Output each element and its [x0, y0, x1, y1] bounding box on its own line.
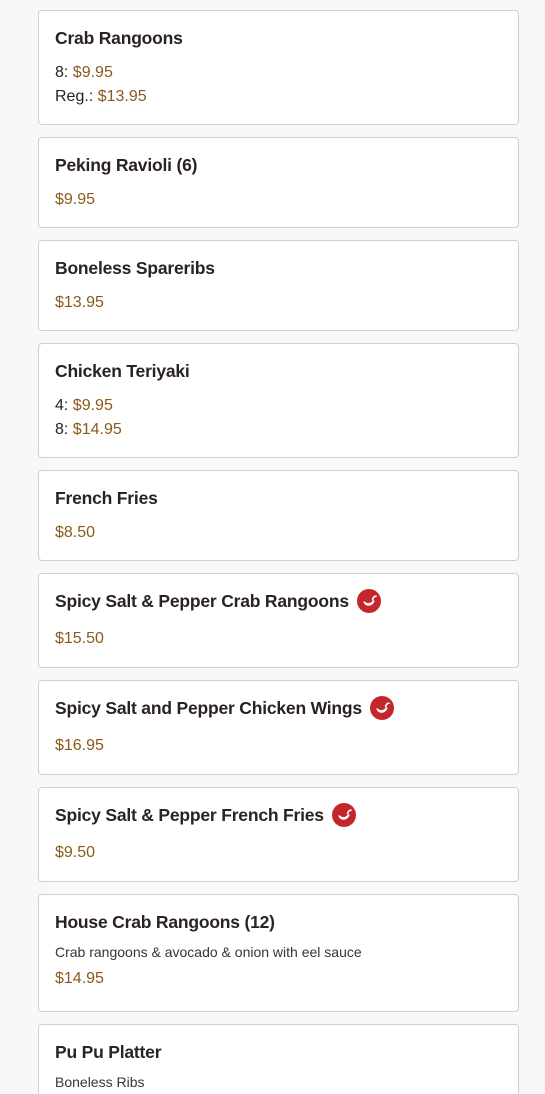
price-list: $13.95: [55, 291, 502, 315]
menu-item-name: Spicy Salt and Pepper Chicken Wings: [55, 697, 362, 718]
price-option: $13.95: [55, 291, 502, 315]
price-label: 4:: [55, 397, 69, 414]
menu-item-card[interactable]: Boneless Spareribs $13.95: [38, 240, 519, 331]
menu-item-card[interactable]: House Crab Rangoons (12) Crab rangoons &…: [38, 894, 519, 1012]
price-option: $15.50: [55, 627, 502, 651]
chili-pepper-icon: [369, 696, 394, 720]
price-list: $14.95: [55, 967, 502, 991]
price-option: 4: $9.95: [55, 394, 502, 418]
menu-item-name: Spicy Salt & Pepper Crab Rangoons: [55, 590, 349, 611]
price-list: $9.50: [55, 841, 502, 865]
price-option: $14.95: [55, 967, 502, 991]
menu-item-card[interactable]: Chicken Teriyaki 4: $9.95 8: $14.95: [38, 343, 519, 458]
price-amount: $9.95: [55, 191, 96, 208]
menu-item-name: Pu Pu Platter: [55, 1041, 162, 1062]
price-option: $9.50: [55, 841, 502, 865]
chili-pepper-icon: [331, 803, 356, 827]
price-list: 4: $9.95 8: $14.95: [55, 394, 502, 442]
menu-item-card[interactable]: Peking Ravioli (6) $9.95: [38, 137, 519, 228]
price-list: $8.50: [55, 521, 502, 545]
menu-item-list: Crab Rangoons 8: $9.95 Reg.: $13.95 Peki…: [0, 0, 545, 1094]
price-label: 8:: [55, 421, 69, 438]
price-list: $16.95: [55, 734, 502, 758]
menu-item-card[interactable]: Spicy Salt & Pepper French Fries $9.50: [38, 787, 519, 882]
price-option: $9.95: [55, 188, 502, 212]
price-amount: $15.50: [55, 630, 104, 647]
price-amount: $16.95: [55, 737, 104, 754]
chili-pepper-icon: [356, 589, 381, 613]
menu-item-name: French Fries: [55, 487, 158, 508]
price-list: $9.95: [55, 188, 502, 212]
price-label: 8:: [55, 64, 69, 81]
menu-item-description: Boneless Ribs: [55, 1074, 145, 1090]
menu-item-name: Peking Ravioli (6): [55, 154, 198, 175]
price-option: Reg.: $13.95: [55, 85, 502, 109]
price-option: $8.50: [55, 521, 502, 545]
price-option: 8: $9.95: [55, 61, 502, 85]
menu-item-description: Crab rangoons & avocado & onion with eel…: [55, 944, 362, 960]
menu-item-card[interactable]: Crab Rangoons 8: $9.95 Reg.: $13.95: [38, 10, 519, 125]
menu-item-name: Crab Rangoons: [55, 27, 183, 48]
menu-item-card[interactable]: Pu Pu Platter Boneless Ribs: [38, 1024, 519, 1094]
price-list: 8: $9.95 Reg.: $13.95: [55, 61, 502, 109]
menu-item-card[interactable]: Spicy Salt & Pepper Crab Rangoons $15.50: [38, 573, 519, 668]
price-label: Reg.:: [55, 88, 94, 105]
menu-item-card[interactable]: Spicy Salt and Pepper Chicken Wings $16.…: [38, 680, 519, 775]
price-list: $15.50: [55, 627, 502, 651]
menu-item-name: Chicken Teriyaki: [55, 360, 190, 381]
menu-item-card[interactable]: French Fries $8.50: [38, 470, 519, 561]
price-amount: $8.50: [55, 524, 96, 541]
price-amount: $13.95: [97, 88, 147, 105]
price-amount: $13.95: [55, 294, 104, 311]
price-amount: $14.95: [55, 970, 104, 987]
menu-item-name: Spicy Salt & Pepper French Fries: [55, 804, 324, 825]
menu-item-name: House Crab Rangoons (12): [55, 911, 275, 932]
menu-item-name: Boneless Spareribs: [55, 257, 215, 278]
price-amount: $14.95: [72, 421, 122, 438]
price-amount: $9.95: [72, 397, 113, 414]
price-amount: $9.95: [72, 64, 113, 81]
price-amount: $9.50: [55, 844, 96, 861]
price-option: $16.95: [55, 734, 502, 758]
price-option: 8: $14.95: [55, 418, 502, 442]
